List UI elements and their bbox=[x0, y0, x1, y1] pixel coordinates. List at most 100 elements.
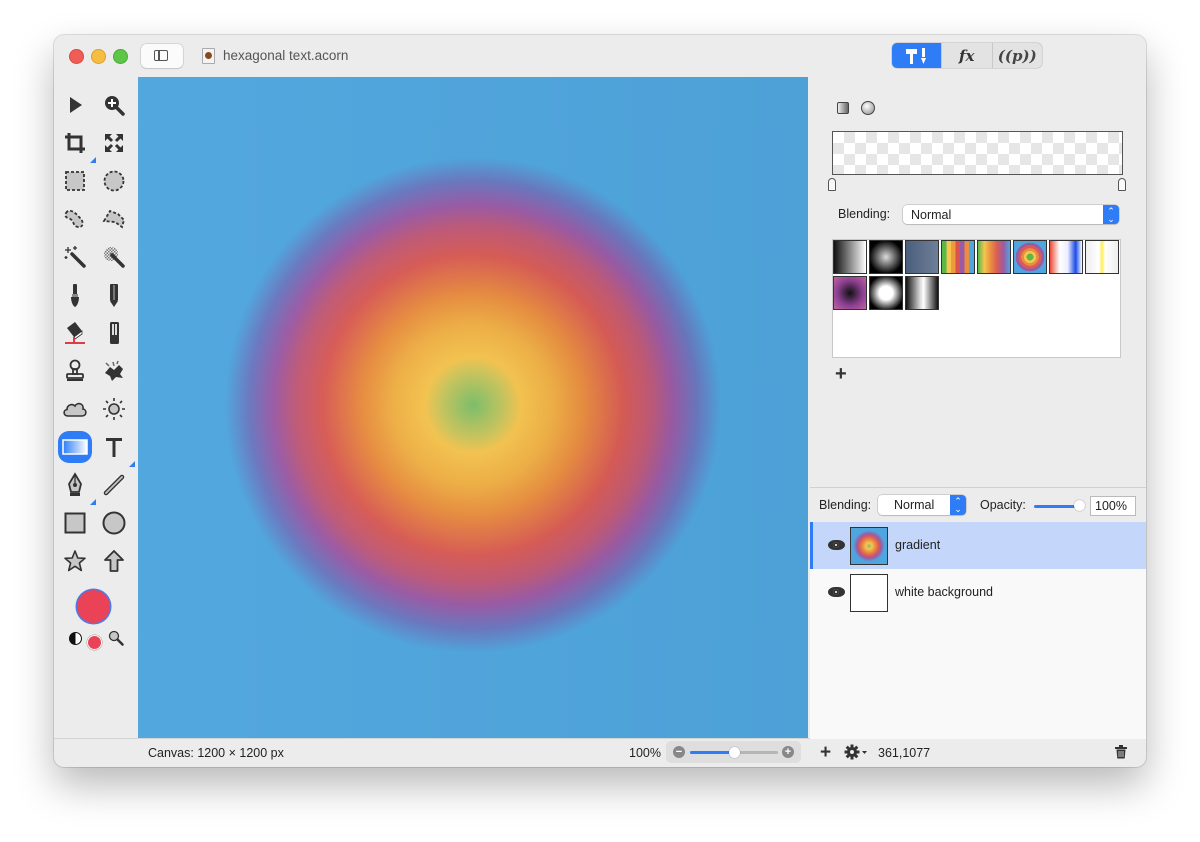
tool-magic-wand[interactable] bbox=[58, 241, 92, 273]
sun-icon bbox=[103, 398, 125, 420]
gear-icon bbox=[844, 744, 867, 760]
tool-text[interactable] bbox=[97, 431, 135, 467]
tool-eraser[interactable] bbox=[97, 317, 131, 349]
zoom-button[interactable] bbox=[113, 49, 128, 64]
gear-menu-button[interactable] bbox=[844, 744, 868, 763]
gradient-preset-yellow-transparent[interactable] bbox=[1085, 240, 1119, 274]
layer-blending-value: Normal bbox=[894, 498, 935, 512]
layer-name: white background bbox=[895, 585, 993, 599]
tool-gradient[interactable] bbox=[58, 431, 92, 463]
tool-select[interactable] bbox=[58, 89, 92, 121]
add-layer-button[interactable]: + bbox=[820, 742, 831, 764]
brush-icon bbox=[71, 284, 79, 307]
gradient-preset-rainbow-radial[interactable] bbox=[1013, 240, 1047, 274]
tool-crop[interactable] bbox=[58, 127, 96, 163]
gradient-preset-radial-white-black[interactable] bbox=[869, 240, 903, 274]
sidebar-toggle-button[interactable] bbox=[141, 44, 183, 68]
foreground-color-well[interactable] bbox=[77, 590, 110, 623]
rectangle-icon bbox=[64, 512, 86, 534]
swap-colors-icon[interactable] bbox=[69, 632, 82, 645]
gradient-preset-rainbow-stripes[interactable] bbox=[941, 240, 975, 274]
tool-pen[interactable] bbox=[58, 469, 96, 505]
pencil-icon bbox=[110, 284, 118, 307]
tool-rectangle[interactable] bbox=[58, 507, 92, 539]
add-preset-button[interactable]: + bbox=[835, 363, 847, 386]
layer-thumbnail bbox=[850, 574, 888, 612]
app-window: hexagonal text.acorn fx ((p)) Canvas: 12… bbox=[54, 35, 1146, 767]
layers-list: gradient white background bbox=[810, 522, 1146, 739]
tool-pencil[interactable] bbox=[97, 279, 131, 311]
image-canvas[interactable] bbox=[138, 77, 808, 739]
gradient-preset-white-glow[interactable] bbox=[869, 276, 903, 310]
gradient-preset-black-white-linear[interactable] bbox=[833, 240, 867, 274]
tab-properties[interactable]: ((p)) bbox=[991, 43, 1043, 68]
stamp-icon bbox=[66, 359, 84, 381]
chevron-updown-icon: ⌃ ⌄ bbox=[1103, 205, 1119, 224]
tab-filters[interactable]: fx bbox=[941, 43, 992, 68]
canvas-size-label: Canvas: 1200 × 1200 px bbox=[148, 746, 284, 760]
rect-marquee-icon bbox=[65, 171, 85, 191]
gradient-stop-right[interactable] bbox=[1118, 178, 1126, 191]
gradient-preset-red-white-blue[interactable] bbox=[1049, 240, 1083, 274]
tool-brush[interactable] bbox=[58, 279, 92, 311]
close-button[interactable] bbox=[69, 49, 84, 64]
layers-toolbar: + 361,1077 bbox=[810, 739, 1146, 767]
tool-transform[interactable] bbox=[97, 127, 131, 159]
ellipse-marquee-icon bbox=[103, 170, 125, 192]
zoom-slider[interactable] bbox=[690, 747, 778, 758]
pen-nib-icon bbox=[68, 472, 82, 496]
layer-blending-select[interactable]: Normal ⌃ ⌄ bbox=[878, 495, 966, 515]
layer-name: gradient bbox=[895, 538, 941, 552]
gradient-blending-select[interactable]: Normal ⌃ ⌄ bbox=[903, 205, 1119, 224]
delete-layer-button[interactable] bbox=[1115, 745, 1127, 762]
eye-icon[interactable] bbox=[828, 587, 845, 597]
panel-segmented-control: fx ((p)) bbox=[892, 43, 1042, 68]
gradient-preset-silver-bars[interactable] bbox=[905, 276, 939, 310]
gradient-preset-rainbow-smooth[interactable] bbox=[977, 240, 1011, 274]
radial-gradient-icon[interactable] bbox=[861, 101, 875, 115]
opacity-input[interactable]: 100% bbox=[1090, 496, 1136, 516]
gradient-preset-purple-radial[interactable] bbox=[833, 276, 867, 310]
tool-oval[interactable] bbox=[97, 507, 131, 539]
tool-star[interactable] bbox=[58, 545, 92, 577]
tool-smudge[interactable] bbox=[97, 355, 131, 387]
gradient-icon bbox=[62, 439, 88, 455]
tool-dodge[interactable] bbox=[97, 393, 131, 425]
background-color-well[interactable] bbox=[88, 636, 101, 649]
tool-burn[interactable] bbox=[58, 393, 92, 425]
tool-lasso[interactable] bbox=[58, 203, 92, 235]
linear-gradient-icon[interactable] bbox=[837, 102, 849, 114]
layer-options-bar: Blending: Normal ⌃ ⌄ Opacity: 100% bbox=[810, 488, 1146, 522]
layer-row[interactable]: gradient bbox=[810, 522, 1146, 569]
submenu-indicator bbox=[129, 461, 135, 467]
layer-blending-label: Blending: bbox=[819, 498, 872, 512]
zoom-control: − + bbox=[666, 741, 801, 763]
tool-arrow[interactable] bbox=[97, 545, 131, 577]
color-wand-icon bbox=[104, 247, 125, 268]
zoom-in-button[interactable]: + bbox=[782, 746, 794, 758]
tool-paint-bucket[interactable] bbox=[58, 317, 92, 349]
zoom-slider-knob[interactable] bbox=[729, 747, 740, 758]
tool-ellipse-select[interactable] bbox=[97, 165, 131, 197]
gradient-preset-slate[interactable] bbox=[905, 240, 939, 274]
tool-color-wand[interactable] bbox=[97, 241, 131, 273]
tool-palette bbox=[54, 77, 137, 739]
zoom-out-button[interactable]: − bbox=[673, 746, 685, 758]
paint-bucket-icon bbox=[65, 322, 85, 344]
tab-tools[interactable] bbox=[892, 43, 941, 68]
tool-zoom[interactable] bbox=[97, 89, 131, 121]
gradient-preview-bar[interactable] bbox=[832, 131, 1123, 175]
tool-polygon-lasso[interactable] bbox=[97, 203, 131, 235]
opacity-slider-knob[interactable] bbox=[1074, 500, 1085, 511]
color-picker-button[interactable] bbox=[108, 630, 124, 646]
tool-clone-stamp[interactable] bbox=[58, 355, 92, 387]
layer-row[interactable]: white background bbox=[810, 569, 1146, 616]
minimize-button[interactable] bbox=[91, 49, 106, 64]
gradient-stop-left[interactable] bbox=[828, 178, 836, 191]
tool-line[interactable] bbox=[97, 469, 131, 501]
cloud-icon bbox=[63, 402, 87, 417]
zoom-percentage: 100% bbox=[629, 746, 661, 760]
tool-rect-select[interactable] bbox=[58, 165, 92, 197]
inspector-panel: Blending: Normal ⌃ ⌄ + Blending: Normal ⌃… bbox=[810, 77, 1146, 739]
eye-icon[interactable] bbox=[828, 540, 845, 550]
